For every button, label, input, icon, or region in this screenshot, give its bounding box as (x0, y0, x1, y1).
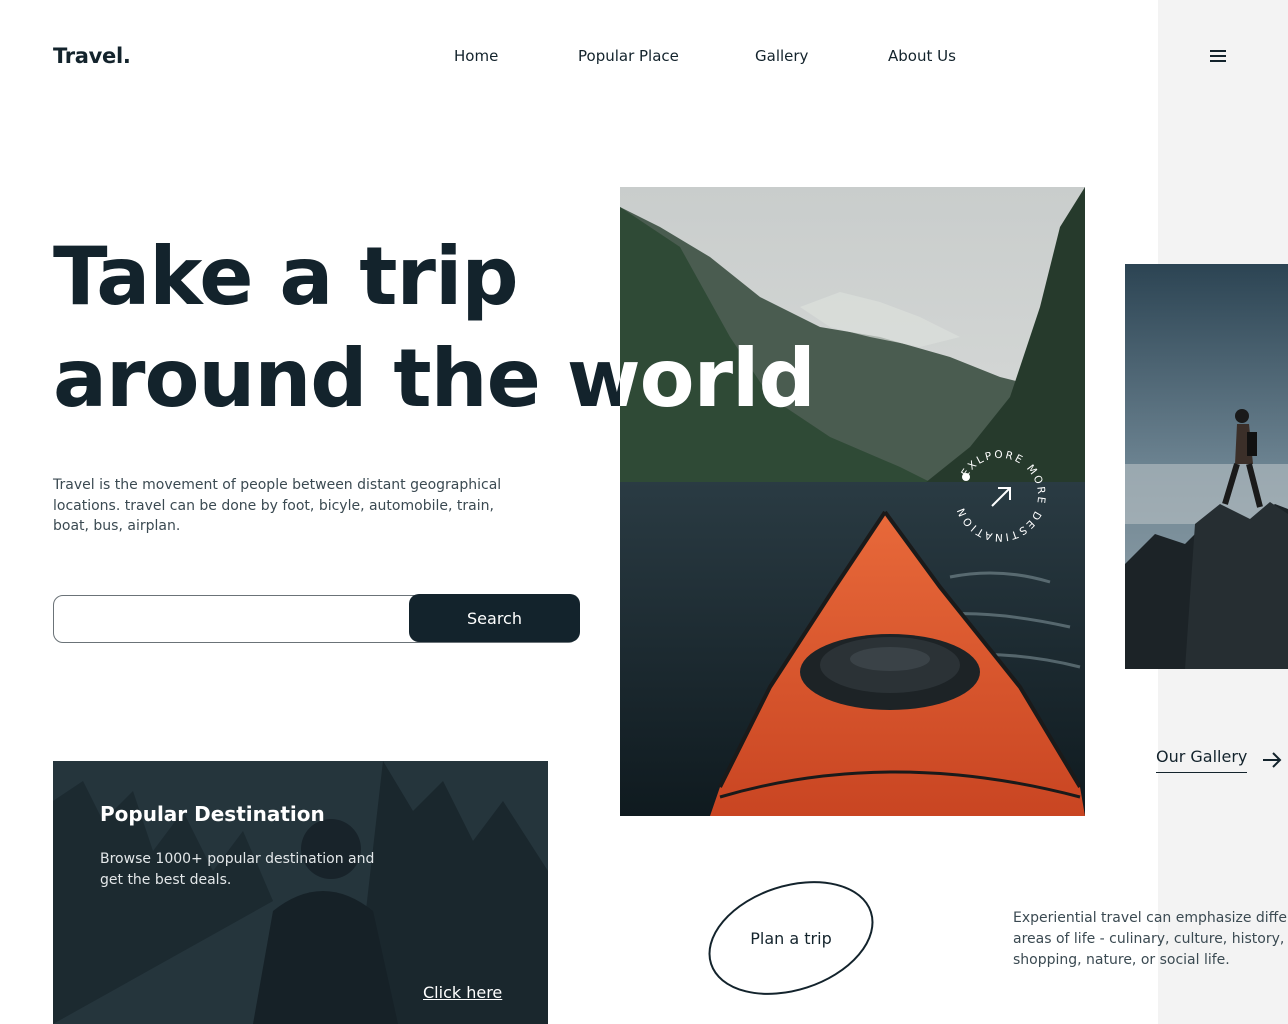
click-here-link[interactable]: Click here (423, 983, 502, 1002)
search-button[interactable]: Search (409, 594, 580, 643)
search-input[interactable] (64, 602, 404, 636)
explore-more-destination-badge[interactable]: EXLPORE MORE DESTINATION (950, 446, 1050, 546)
experiential-line-2: areas of life - culinary, culture, histo… (1013, 931, 1285, 947)
hamburger-menu-icon[interactable] (1206, 44, 1230, 68)
nav-gallery[interactable]: Gallery (755, 47, 808, 65)
promo-description: Browse 1000+ popular destination and get… (100, 851, 375, 888)
arrow-right-icon[interactable] (1260, 748, 1284, 772)
experiential-line-1: Experiential travel can emphasize differ… (1013, 910, 1288, 926)
our-gallery-link[interactable]: Our Gallery (1156, 747, 1248, 773)
nav-popular-place[interactable]: Popular Place (578, 47, 679, 65)
logo[interactable]: Travel. (53, 44, 131, 68)
promo-title: Popular Destination (100, 802, 325, 826)
search-bar: Search (53, 594, 580, 643)
plan-a-trip-button[interactable]: Plan a trip (700, 878, 882, 998)
hiker-mountain-photo (1125, 264, 1288, 669)
experiential-line-3: shopping, nature, or social life. (1013, 952, 1230, 968)
popular-destination-card: Popular Destination Browse 1000+ popular… (53, 761, 548, 1024)
nav-about-us[interactable]: About Us (888, 47, 956, 65)
plan-a-trip-label: Plan a trip (750, 928, 832, 948)
nav-home[interactable]: Home (454, 47, 498, 65)
arrow-up-right-icon (991, 487, 1011, 507)
hero-description: Travel is the movement of people between… (53, 477, 502, 534)
experiential-travel-text: Experiential travel can emphasize differ… (1013, 908, 1288, 971)
